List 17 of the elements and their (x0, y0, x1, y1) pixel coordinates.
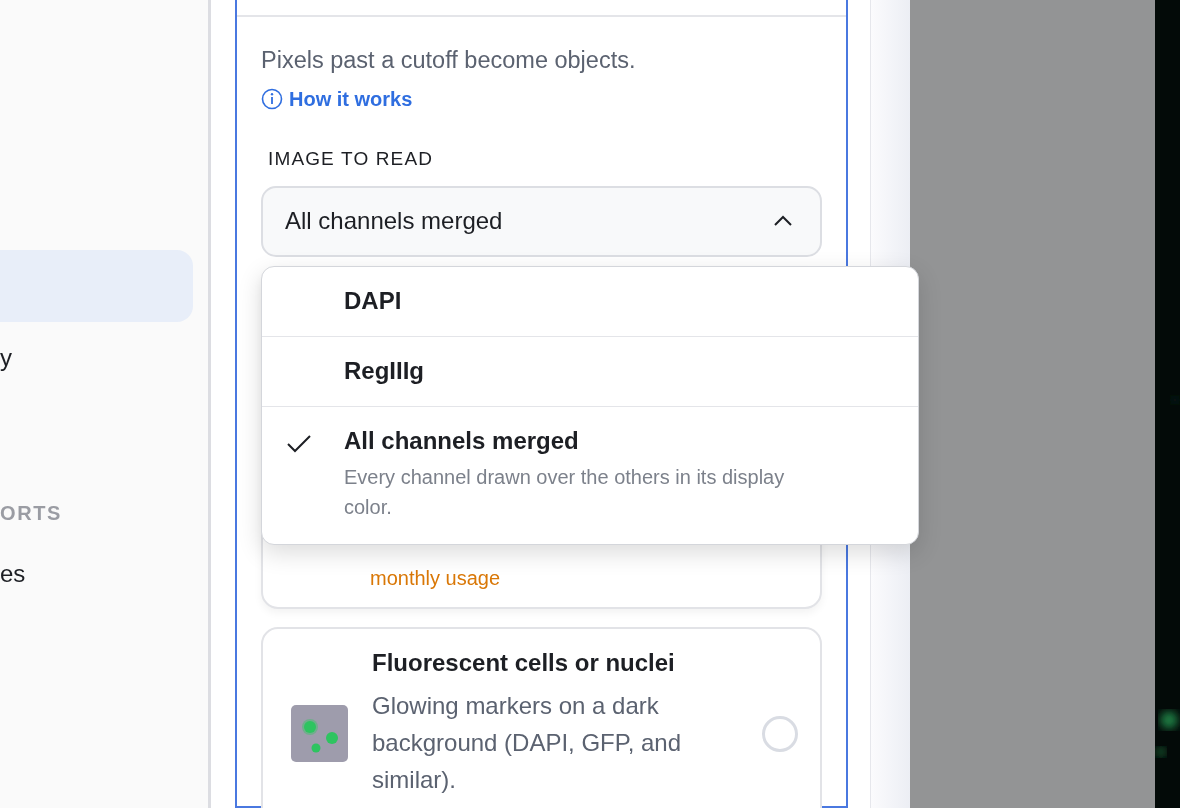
card-description: Glowing markers on a dark background (DAPI, GFP, and similar). (372, 690, 683, 796)
usage-note: monthly usage (370, 565, 501, 591)
option-label: RegIIIg (344, 356, 424, 386)
option-card[interactable]: Fluorescent cells or nuclei Glowing markers on a dark background (DAPI, GFP, and similar). (261, 626, 822, 808)
help-link[interactable]: How it works (261, 84, 413, 115)
sidebar-item[interactable]: es (0, 538, 193, 610)
section-heading: ORTS (0, 501, 63, 526)
dropdown-option[interactable]: RegIIIg (262, 336, 918, 407)
description-text: Pixels past a cutoff become objects. (261, 46, 637, 75)
dropdown-option[interactable]: All channels merged Every channel drawn over the others in its display color. (262, 406, 918, 544)
sidebar-item[interactable]: y (0, 322, 193, 394)
select-field[interactable]: All channels merged (261, 185, 822, 257)
option-label: All channels merged (344, 426, 580, 456)
field-label: IMAGE TO READ (268, 147, 435, 172)
option-label: DAPI (344, 286, 402, 316)
option-description: Every channel drawn over the others in its display color. (344, 464, 786, 520)
card-title: Fluorescent cells or nuclei (372, 647, 676, 678)
